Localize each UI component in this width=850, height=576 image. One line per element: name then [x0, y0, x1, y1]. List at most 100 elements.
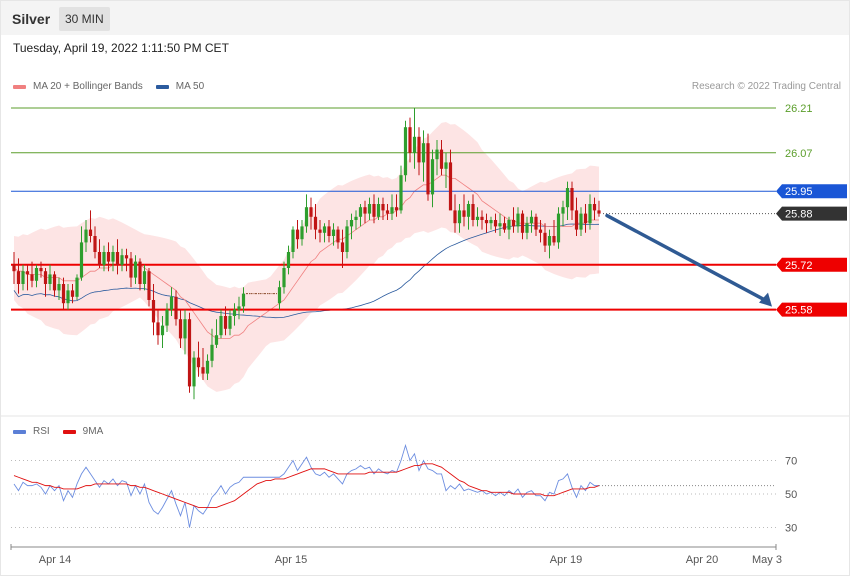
candle [219, 316, 223, 336]
candle [367, 204, 372, 214]
candle [196, 357, 201, 368]
x-tick-label: May 3 [752, 554, 782, 566]
candle [129, 258, 133, 278]
candle [277, 287, 282, 304]
candle [358, 207, 363, 217]
candle [543, 232, 547, 246]
candle [25, 271, 30, 275]
x-tick-label: Apr 15 [275, 554, 307, 566]
candle [520, 213, 525, 233]
candle [21, 271, 25, 284]
candle [466, 204, 471, 217]
candle [556, 213, 561, 243]
candle [70, 290, 75, 297]
rsi-line [13, 443, 599, 528]
candle [435, 149, 439, 160]
candle [484, 220, 489, 224]
rsi-tick-label: 50 [785, 489, 797, 501]
candle [457, 210, 462, 224]
candle [597, 210, 601, 214]
candle [349, 220, 354, 227]
candle [102, 252, 106, 265]
rsi-ma9-line [13, 463, 600, 508]
bollinger-band [14, 122, 599, 392]
candle [142, 271, 147, 284]
candle [241, 293, 246, 307]
candle [471, 204, 475, 220]
candle [448, 162, 453, 211]
rsi-tick-label: 70 [785, 456, 797, 468]
candle [516, 213, 520, 227]
candle [336, 229, 340, 243]
candle [417, 136, 421, 163]
candle [187, 319, 192, 387]
candle [498, 223, 502, 227]
candle [529, 216, 534, 224]
candle [525, 223, 529, 233]
candle [165, 309, 169, 326]
candle [66, 290, 70, 304]
candle [147, 271, 151, 300]
candle [174, 296, 178, 320]
candle [192, 357, 196, 387]
candle [304, 207, 309, 227]
candle [138, 261, 142, 284]
candle [399, 175, 403, 211]
candle [34, 268, 39, 281]
price-chart: 26.21 26.07 25.95 25.72 25.58 25.88 70 50 30 Apr … [1, 103, 849, 566]
candle [354, 216, 358, 220]
candle [52, 274, 57, 291]
candle [61, 284, 66, 304]
candle [115, 252, 120, 265]
candle [592, 204, 597, 211]
candle [502, 223, 507, 230]
candle [12, 264, 16, 272]
candle [372, 204, 376, 217]
candle [439, 149, 444, 169]
candle [133, 261, 138, 278]
level-label-25-95: 25.95 [785, 186, 813, 198]
candle [120, 255, 124, 265]
candle [403, 127, 408, 176]
candle [462, 210, 466, 217]
candle [88, 229, 93, 236]
candle [313, 216, 318, 230]
level-label-25-72: 25.72 [785, 260, 813, 272]
candle [228, 316, 232, 329]
candle [84, 229, 88, 243]
candle [588, 204, 592, 224]
candle [39, 268, 43, 272]
candle [547, 236, 552, 246]
level-label-25-58: 25.58 [785, 305, 813, 317]
candle [421, 143, 426, 163]
candle [214, 335, 219, 345]
candle [151, 300, 156, 323]
candle [394, 207, 399, 211]
candle [561, 207, 565, 214]
candle [48, 274, 52, 284]
candle [79, 242, 84, 278]
candle [43, 271, 48, 284]
candle [507, 220, 511, 230]
candle [426, 143, 430, 195]
candle [237, 306, 241, 310]
candle [318, 229, 322, 233]
candle [300, 226, 304, 240]
candle [183, 319, 187, 339]
level-label-26-07: 26.07 [785, 148, 813, 160]
candle [156, 322, 160, 336]
candle [93, 236, 97, 252]
candle [111, 252, 115, 262]
candle [282, 268, 286, 288]
x-tick-label: Apr 19 [550, 554, 582, 566]
candle [97, 252, 102, 265]
candle [511, 220, 516, 227]
candle [16, 271, 21, 284]
candle [493, 220, 498, 227]
x-tick-label: Apr 14 [39, 554, 71, 566]
candle [106, 252, 111, 262]
candle [480, 216, 484, 220]
last-price-label: 25.88 [785, 209, 813, 221]
candle [390, 207, 394, 214]
candle [363, 207, 367, 214]
